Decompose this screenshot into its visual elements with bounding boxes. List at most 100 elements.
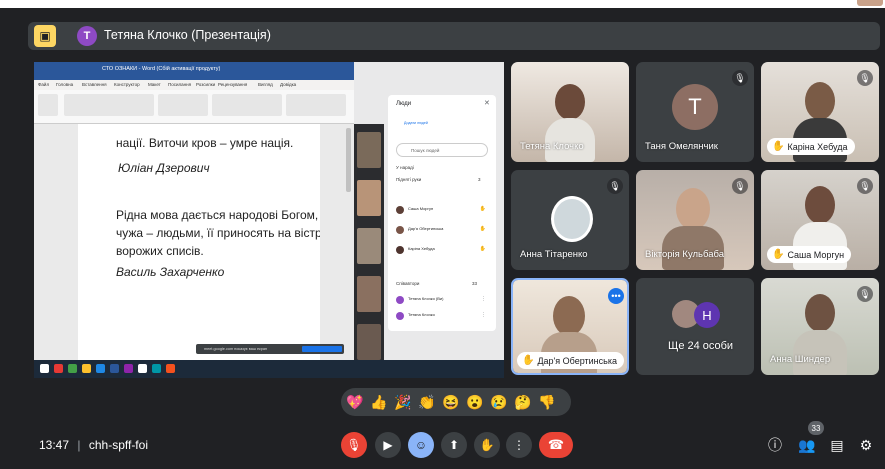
participant-tile[interactable]: 🎙 ✋ Каріна Хебуда	[761, 62, 879, 162]
more-options-button[interactable]: ⋮	[506, 432, 532, 458]
participant-name: Таня Омелянчик	[645, 141, 718, 152]
word-menu-item: Довідка	[280, 82, 297, 87]
participant-tile[interactable]: 🎙 Вікторія Кульбаба	[636, 170, 754, 270]
word-menu-item: Посилання	[168, 82, 192, 87]
participant-avatar: H	[694, 302, 720, 328]
contributors-label: Співавтори	[396, 281, 420, 286]
word-title: СТО ОЗНАКИ - Word (Сбій активації продук…	[102, 66, 221, 72]
surprised-reaction[interactable]: 😮	[466, 394, 483, 410]
participant-tile[interactable]: 🎙 Анна Тітаренко	[511, 170, 629, 270]
stop-sharing-button[interactable]	[302, 346, 342, 352]
people-search-input[interactable]: Пошук людей	[396, 143, 488, 157]
screen-share-notification: meet.google.com показує ваш екран	[196, 344, 344, 354]
end-call-button[interactable]: ☎	[539, 432, 573, 458]
participant-name: Вікторія Кульбаба	[645, 249, 724, 260]
raised-hand-badge: ✋ Каріна Хебуда	[767, 138, 855, 155]
participant-tile[interactable]: T 🎙 Таня Омелянчик	[636, 62, 754, 162]
more-options-icon[interactable]: •••	[608, 288, 624, 304]
laugh-reaction[interactable]: 😆	[442, 394, 459, 410]
word-menu-item: Файл	[38, 82, 50, 87]
participant-name: Анна Шиндер	[770, 354, 831, 365]
heart-reaction[interactable]: 💖	[346, 394, 363, 410]
thumbs-up-reaction[interactable]: 👍	[370, 394, 387, 410]
people-icon[interactable]: 👥	[798, 436, 816, 454]
presenter-label: Тетяна Клочко (Презентація)	[104, 28, 271, 42]
word-scrollbar[interactable]	[346, 128, 351, 192]
mini-grid	[354, 124, 384, 364]
word-menu-item: Вигляд	[258, 82, 273, 87]
meeting-info: 13:47 | chh-spff-foi	[39, 438, 148, 452]
mic-off-icon: 🎙	[857, 286, 873, 302]
participant-avatar: T	[672, 84, 718, 130]
word-ribbon	[34, 90, 354, 124]
raise-hand-button[interactable]: ✋	[474, 432, 500, 458]
doc-line: нації. Виточи кров – умре нація.	[116, 136, 294, 150]
word-margin-left	[34, 124, 78, 364]
doc-line: чужа – людьми, її приносять на вістрі	[116, 226, 325, 240]
close-icon[interactable]: ✕	[484, 99, 490, 107]
list-item: Саша Моргун ✋	[396, 205, 488, 217]
word-menu-item: Головна	[56, 82, 74, 87]
doc-line-author: Василь Захарченко	[116, 265, 225, 279]
people-panel: Люди ✕ Додати людей Пошук людей У нараді…	[388, 95, 496, 331]
party-reaction[interactable]: 🎉	[394, 394, 411, 410]
chat-icon[interactable]: ▤	[828, 436, 846, 454]
raised-hands-count: 3	[478, 177, 481, 182]
in-meeting-label: У нараді	[396, 165, 414, 170]
participant-name: Саша Моргун	[787, 249, 845, 260]
list-item: Тетяна Клочко ⋮	[396, 311, 488, 323]
word-menu-item: Конструктор	[114, 82, 140, 87]
raised-hand-badge: ✋ Саша Моргун	[767, 246, 852, 263]
word-titlebar: СТО ОЗНАКИ - Word (Сбій активації продук…	[34, 62, 354, 80]
notification-text: meet.google.com показує ваш екран	[204, 347, 268, 351]
word-menu: Файл Головна Вставлення Конструктор Маке…	[34, 80, 354, 90]
mic-toggle-button[interactable]: 🎙	[341, 432, 367, 458]
clap-reaction[interactable]: 👏	[418, 394, 435, 410]
word-menu-item: Розсилки	[196, 82, 216, 87]
doc-line: Рідна мова дається народові Богом,	[116, 208, 319, 222]
people-count-badge: 33	[808, 421, 824, 435]
mic-off-icon: 🎙	[732, 70, 748, 86]
thumbs-down-reaction[interactable]: 👎	[538, 394, 555, 410]
clock: 13:47	[39, 438, 70, 452]
participant-tile-active[interactable]: ••• ✋ Дар'я Обертинська	[511, 278, 629, 375]
participant-tile[interactable]: Тетяна Клочко	[511, 62, 629, 162]
thinking-reaction[interactable]: 🤔	[514, 394, 531, 410]
doc-line-author: Юліан Дзерович	[118, 161, 210, 175]
list-item: Каріна Хебуда ✋	[396, 245, 488, 257]
participant-name: Тетяна Клочко	[520, 141, 584, 152]
sad-reaction[interactable]: 😢	[490, 394, 507, 410]
document-page: нації. Виточи кров – умре нація. Юліан Д…	[78, 124, 324, 364]
shared-screen: СТО ОЗНАКИ - Word (Сбій активації продук…	[34, 62, 504, 378]
more-participants-label: Ще 24 особи	[668, 340, 734, 352]
mic-off-icon: 🎙	[857, 178, 873, 194]
reactions-bar: 💖 👍 🎉 👏 😆 😮 😢 🤔 👎	[341, 388, 571, 416]
windows-taskbar	[34, 360, 504, 378]
list-item: Дар'я Обертинська ✋	[396, 225, 488, 237]
list-item: Тетяна Клочко (Ви) ⋮	[396, 295, 488, 307]
mic-off-icon: 🎙	[857, 70, 873, 86]
participant-tile[interactable]: 🎙 Анна Шиндер	[761, 278, 879, 375]
word-menu-item: Рецензування	[218, 82, 248, 87]
contributors-count: 33	[472, 281, 478, 286]
mic-off-icon: 🎙	[732, 178, 748, 194]
hand-icon: ✋	[772, 141, 785, 152]
participant-tile[interactable]: 🎙 ✋ Саша Моргун	[761, 170, 879, 270]
reactions-button[interactable]: ☺	[408, 432, 434, 458]
add-people-button[interactable]: Додати людей	[404, 121, 444, 135]
activities-icon[interactable]: ⚙	[857, 436, 875, 454]
doc-line: ворожих списів.	[116, 244, 204, 258]
raised-hands-label: Підняті руки	[396, 177, 422, 182]
participant-name: Дар'я Обертинська	[537, 355, 617, 366]
camera-toggle-button[interactable]: ▶	[375, 432, 401, 458]
present-button[interactable]: ⬆	[441, 432, 467, 458]
participant-name: Анна Тітаренко	[520, 249, 588, 260]
people-panel-title: Люди	[396, 101, 412, 107]
present-icon[interactable]: ▣	[34, 25, 56, 47]
info-icon[interactable]: ⓘ	[766, 436, 784, 454]
more-participants-tile[interactable]: H Ще 24 особи	[636, 278, 754, 375]
raised-hand-badge: ✋ Дар'я Обертинська	[517, 352, 624, 369]
hand-icon: ✋	[522, 355, 535, 366]
participant-name: Каріна Хебуда	[787, 141, 848, 152]
hand-icon: ✋	[772, 249, 785, 260]
